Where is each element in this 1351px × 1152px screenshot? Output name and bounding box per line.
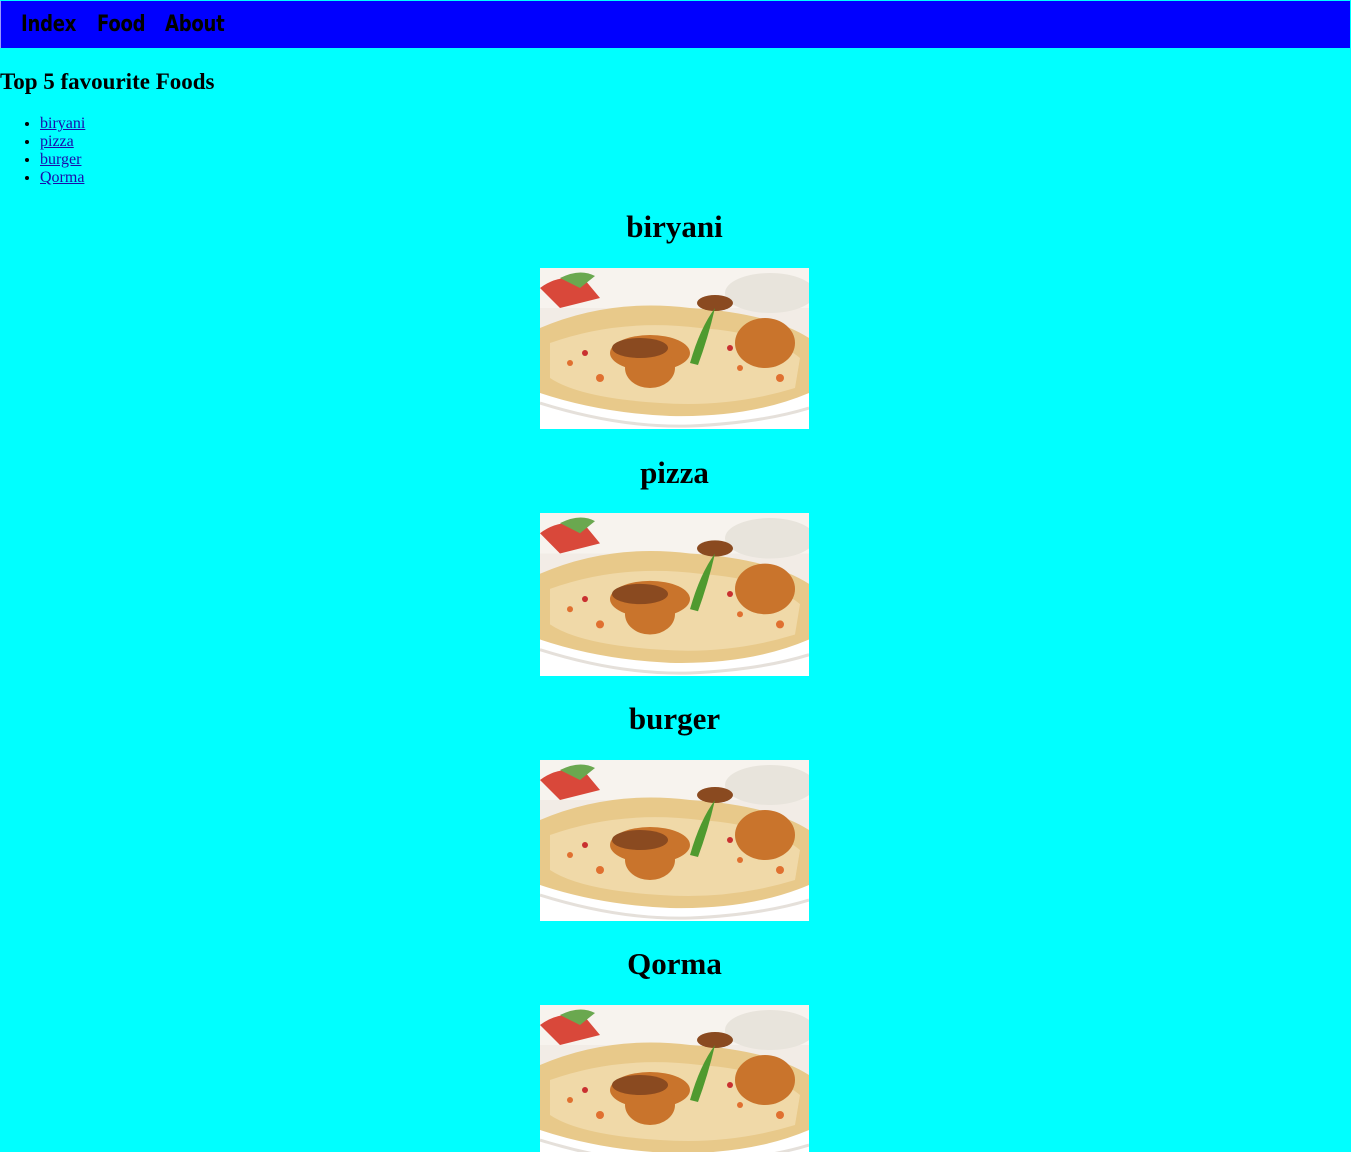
food-link-qorma[interactable]: Qorma: [40, 169, 84, 186]
biryani-food-photo: [540, 1005, 809, 1152]
nav-link-food[interactable]: Food: [97, 11, 146, 39]
list-item: burger: [40, 151, 85, 169]
nav-link-index[interactable]: Index: [21, 11, 76, 39]
biryani-food-photo: [540, 513, 809, 676]
list-item: pizza: [40, 133, 85, 151]
top-navbar: Index Food About: [0, 1, 1350, 48]
food-heading: pizza: [640, 455, 709, 490]
food-link-biryani[interactable]: biryani: [40, 115, 85, 132]
page-title: Top 5 favourite Foods: [0, 69, 215, 94]
food-link-list: biryani pizza burger Qorma: [0, 115, 85, 187]
nav-link-about[interactable]: About: [165, 11, 225, 39]
food-link-burger[interactable]: burger: [40, 151, 81, 168]
list-item: Qorma: [40, 169, 85, 187]
food-heading: burger: [628, 701, 721, 736]
food-heading: biryani: [626, 209, 723, 244]
list-item: biryani: [40, 115, 85, 133]
biryani-food-photo: [540, 760, 809, 921]
food-section-qorma: Qorma: [0, 946, 1349, 982]
food-section-biryani: biryani: [0, 209, 1349, 245]
food-link-pizza[interactable]: pizza: [40, 133, 74, 150]
food-heading: Qorma: [627, 946, 722, 981]
biryani-food-photo: [540, 268, 809, 429]
food-section-pizza: pizza: [0, 455, 1349, 491]
food-section-burger: burger: [0, 701, 1349, 737]
